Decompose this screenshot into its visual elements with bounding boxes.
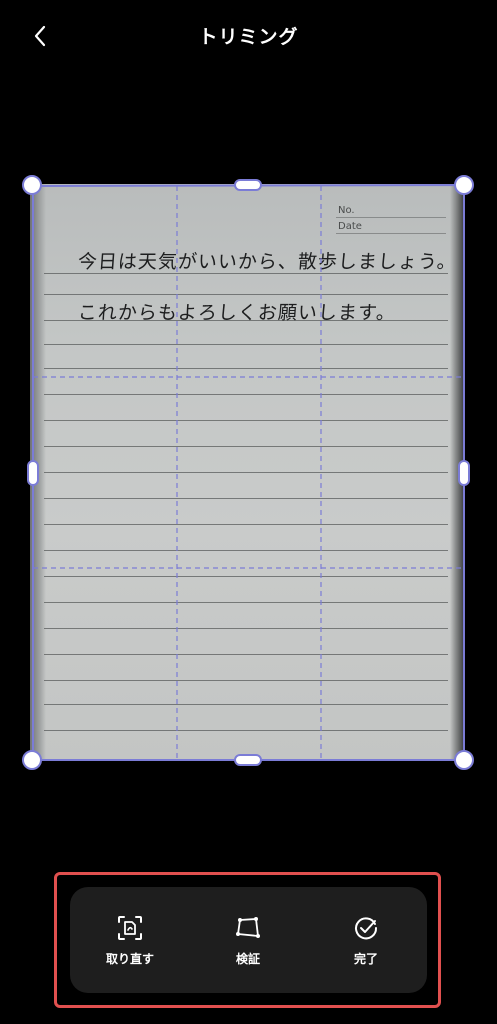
crop-handle-left[interactable] xyxy=(27,460,39,486)
handwritten-line-1: 今日は天気がいいから、散歩しましょう。 xyxy=(77,251,458,273)
done-label: 完了 xyxy=(353,951,378,966)
verify-button[interactable]: 検証 xyxy=(198,887,298,993)
notebook-rule xyxy=(44,602,448,603)
crop-handle-bottom-left[interactable] xyxy=(22,750,42,770)
notebook-rule xyxy=(44,576,448,577)
done-button[interactable]: 完了 xyxy=(316,887,416,993)
crop-handle-right[interactable] xyxy=(458,460,470,486)
crop-handle-bottom-right[interactable] xyxy=(454,750,474,770)
quadrilateral-icon xyxy=(234,914,262,942)
notebook-rule xyxy=(44,550,448,551)
notebook-rule xyxy=(44,394,448,395)
handwritten-line-2: これからもよろしくお願いします。 xyxy=(77,302,397,324)
notebook-date-line xyxy=(336,233,446,234)
notebook-rule xyxy=(44,654,448,655)
notebook-rule xyxy=(44,704,448,705)
header: トリミング xyxy=(0,0,497,72)
check-circle-icon xyxy=(352,914,380,942)
notebook-rule xyxy=(44,446,448,447)
notebook-rule xyxy=(44,368,448,369)
trimming-screen: トリミング No. Date 今日は天気がいいから、散歩しましょう。 これからも… xyxy=(0,0,497,1024)
notebook-rule xyxy=(44,498,448,499)
document-photo: No. Date 今日は天気がいいから、散歩しましょう。 これからもよろしくお願… xyxy=(30,184,464,760)
notebook-rule xyxy=(44,344,448,345)
retake-label: 取り直す xyxy=(105,951,154,966)
retake-button[interactable]: 取り直す xyxy=(80,887,180,993)
bottom-toolbar: 取り直す 検証 完了 xyxy=(70,887,427,993)
notebook-rule xyxy=(44,680,448,681)
retake-document-icon xyxy=(116,914,144,942)
notebook-no-label: No. xyxy=(338,205,355,216)
crop-handle-top-right[interactable] xyxy=(454,175,474,195)
verify-label: 検証 xyxy=(235,951,260,966)
crop-handle-top-left[interactable] xyxy=(22,175,42,195)
notebook-rule xyxy=(44,294,448,295)
notebook-rule xyxy=(44,524,448,525)
notebook-no-line xyxy=(336,217,446,218)
notebook-rule xyxy=(44,628,448,629)
notebook-rule xyxy=(44,472,448,473)
notebook-rule xyxy=(44,420,448,421)
page-title: トリミング xyxy=(198,26,299,48)
notebook-date-label: Date xyxy=(338,221,362,232)
crop-handle-top[interactable] xyxy=(234,179,262,191)
crop-handle-bottom[interactable] xyxy=(234,754,262,766)
notebook-rule xyxy=(44,730,448,731)
